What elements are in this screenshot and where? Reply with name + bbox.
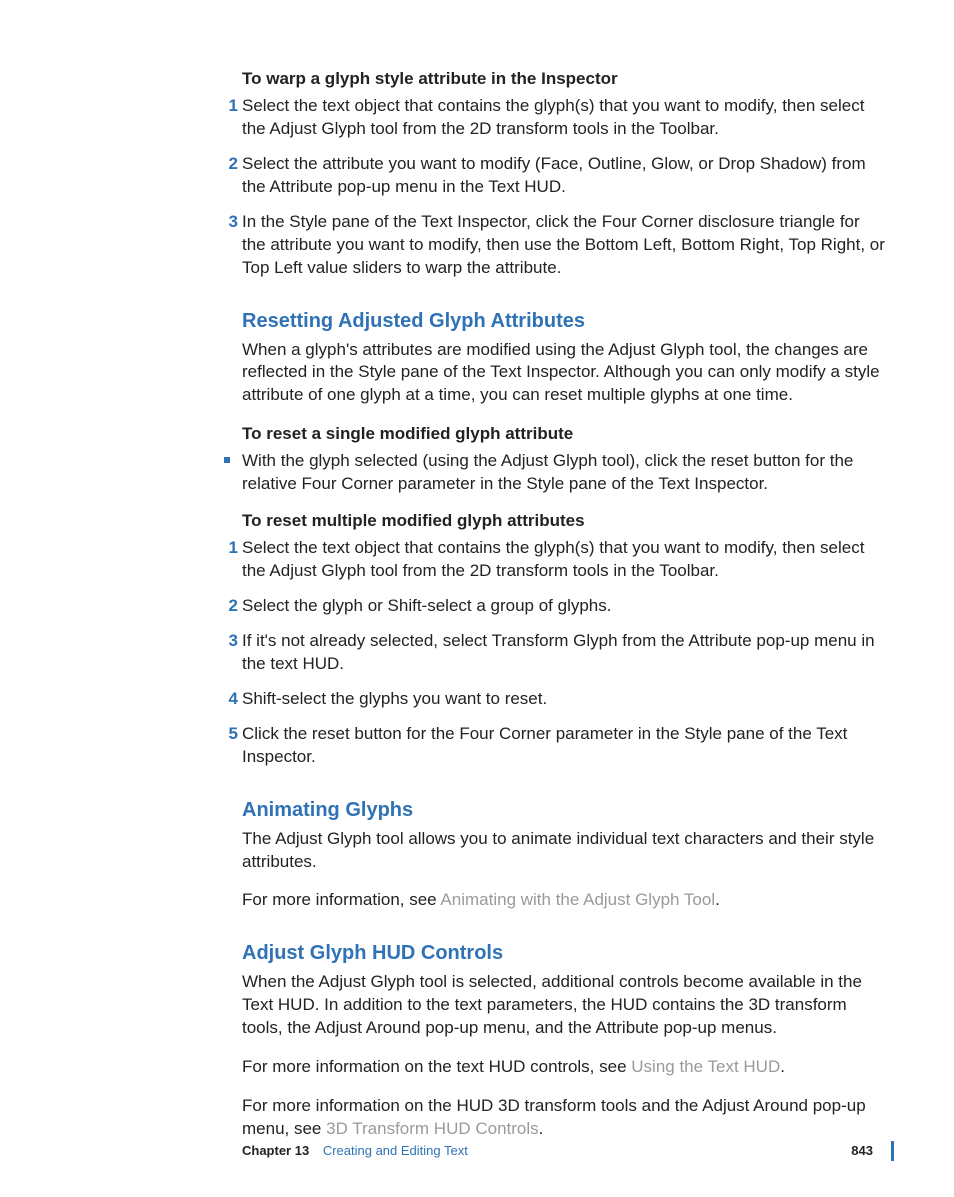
section-heading-resetting: Resetting Adjusted Glyph Attributes: [242, 308, 886, 335]
more-info-post: .: [780, 1057, 785, 1076]
square-bullet-icon: [224, 457, 230, 463]
chapter-title: Creating and Editing Text: [323, 1143, 468, 1158]
step-number: 5: [218, 723, 238, 746]
step-number: 2: [218, 153, 238, 176]
more-info: For more information, see Animating with…: [242, 889, 886, 912]
page-container: To warp a glyph style attribute in the I…: [0, 0, 954, 1197]
section-intro: When a glyph's attributes are modified u…: [242, 339, 886, 408]
steps-list: 1Select the text object that contains th…: [242, 537, 886, 769]
step-item: 3If it's not already selected, select Tr…: [242, 630, 886, 676]
step-item: 2Select the attribute you want to modify…: [242, 153, 886, 199]
section-lead: To warp a glyph style attribute in the I…: [242, 68, 886, 91]
page-footer: Chapter 13 Creating and Editing Text 843: [0, 1141, 954, 1161]
page-content: To warp a glyph style attribute in the I…: [242, 68, 886, 1141]
more-info-post: .: [715, 890, 720, 909]
more-info-post: .: [539, 1119, 544, 1138]
more-info: For more information on the HUD 3D trans…: [242, 1095, 886, 1141]
step-item: 1Select the text object that contains th…: [242, 95, 886, 141]
step-text: Select the attribute you want to modify …: [242, 154, 866, 196]
section-intro: The Adjust Glyph tool allows you to anim…: [242, 828, 886, 874]
step-text: Shift-select the glyphs you want to rese…: [242, 689, 547, 708]
bullet-text: With the glyph selected (using the Adjus…: [242, 451, 853, 493]
step-text: If it's not already selected, select Tra…: [242, 631, 875, 673]
bullet-item: With the glyph selected (using the Adjus…: [242, 450, 886, 496]
step-text: Select the glyph or Shift-select a group…: [242, 596, 611, 615]
link-3d-transform-hud[interactable]: 3D Transform HUD Controls: [326, 1119, 539, 1138]
step-text: In the Style pane of the Text Inspector,…: [242, 212, 885, 277]
step-number: 4: [218, 688, 238, 711]
step-text: Click the reset button for the Four Corn…: [242, 724, 847, 766]
step-number: 2: [218, 595, 238, 618]
section-lead: To reset multiple modified glyph attribu…: [242, 510, 886, 533]
step-item: 2Select the glyph or Shift-select a grou…: [242, 595, 886, 618]
section-intro: When the Adjust Glyph tool is selected, …: [242, 971, 886, 1040]
step-number: 3: [218, 630, 238, 653]
link-animating-adjust-glyph[interactable]: Animating with the Adjust Glyph Tool: [440, 890, 715, 909]
steps-list: 1Select the text object that contains th…: [242, 95, 886, 280]
step-item: 1Select the text object that contains th…: [242, 537, 886, 583]
step-item: 5Click the reset button for the Four Cor…: [242, 723, 886, 769]
section-heading-hud-controls: Adjust Glyph HUD Controls: [242, 940, 886, 967]
chapter-label: Chapter 13: [242, 1143, 309, 1158]
step-number: 3: [218, 211, 238, 234]
section-heading-animating: Animating Glyphs: [242, 797, 886, 824]
more-info: For more information on the text HUD con…: [242, 1056, 886, 1079]
step-number: 1: [218, 95, 238, 118]
step-number: 1: [218, 537, 238, 560]
link-using-text-hud[interactable]: Using the Text HUD: [631, 1057, 780, 1076]
step-item: 3In the Style pane of the Text Inspector…: [242, 211, 886, 280]
step-text: Select the text object that contains the…: [242, 538, 864, 580]
step-text: Select the text object that contains the…: [242, 96, 864, 138]
more-info-pre: For more information on the text HUD con…: [242, 1057, 631, 1076]
more-info-pre: For more information, see: [242, 890, 440, 909]
step-item: 4Shift-select the glyphs you want to res…: [242, 688, 886, 711]
section-lead: To reset a single modified glyph attribu…: [242, 423, 886, 446]
footer-line: Chapter 13 Creating and Editing Text 843: [242, 1141, 894, 1161]
